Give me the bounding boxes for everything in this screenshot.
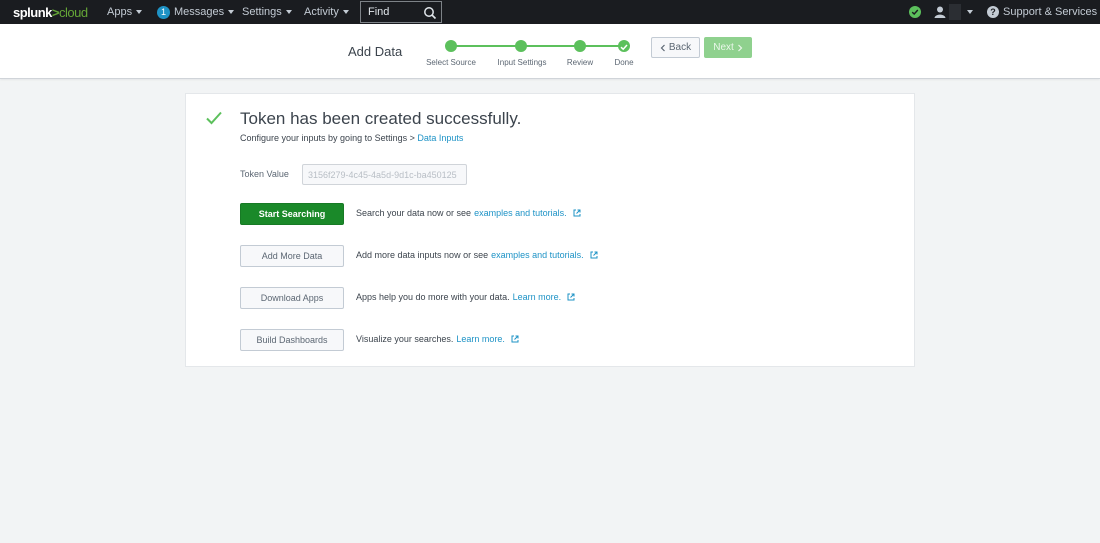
chevron-down-icon: [228, 10, 235, 14]
step-progress-line: [451, 45, 624, 47]
external-link-icon: [511, 335, 519, 343]
description-text: Add more data inputs now or see: [356, 250, 489, 260]
step-dot-done: [618, 40, 630, 52]
apps-menu-label: Apps: [107, 6, 133, 18]
logo-text: splunk: [13, 4, 52, 20]
check-icon: [620, 44, 628, 51]
step-label-input-settings: Input Settings: [497, 58, 547, 67]
activity-menu-label: Activity: [304, 6, 339, 18]
step-dot-input-settings: [515, 40, 527, 52]
logo-suffix: cloud: [59, 4, 88, 20]
logo-separator: >: [51, 4, 60, 20]
examples-tutorials-link[interactable]: examples and tutorials.: [491, 250, 584, 260]
messages-menu-label: Messages: [174, 6, 225, 18]
chevron-down-icon: [136, 10, 143, 14]
description-text: Visualize your searches.: [356, 334, 454, 344]
page-title: Add Data: [348, 44, 403, 59]
find-placeholder: Find: [368, 6, 390, 18]
success-subtitle: Configure your inputs by going to Settin…: [240, 133, 463, 143]
back-button[interactable]: Back: [651, 37, 700, 58]
learn-more-link[interactable]: Learn more.: [513, 292, 562, 302]
health-status-ok-icon[interactable]: [909, 6, 921, 18]
build-dashboards-button[interactable]: Build Dashboards: [240, 329, 344, 351]
chevron-down-icon: [967, 10, 973, 14]
data-inputs-link[interactable]: Data Inputs: [417, 133, 463, 143]
settings-menu-label: Settings: [242, 6, 282, 18]
add-more-data-description: Add more data inputs now or see examples…: [356, 250, 598, 260]
download-apps-description: Apps help you do more with your data. Le…: [356, 292, 575, 302]
learn-more-link[interactable]: Learn more.: [456, 334, 505, 344]
token-value-field[interactable]: 3156f279-4c45-4a5d-9d1c-ba450125: [302, 164, 467, 185]
external-link-icon: [573, 209, 581, 217]
find-search-input[interactable]: Find: [360, 1, 442, 23]
download-apps-button[interactable]: Download Apps: [240, 287, 344, 309]
chevron-down-icon: [342, 10, 349, 14]
success-heading: Token has been created successfully.: [240, 109, 522, 128]
support-services-menu[interactable]: ? Support & Services: [987, 0, 1100, 24]
add-data-wizard-bar: Add Data Select Source Input Settings Re…: [0, 24, 1100, 79]
step-dot-review: [574, 40, 586, 52]
username-redacted: [949, 4, 961, 20]
messages-menu[interactable]: 1 Messages: [157, 0, 235, 24]
subtitle-text: Configure your inputs by going to Settin…: [240, 133, 418, 143]
examples-tutorials-link[interactable]: examples and tutorials.: [474, 208, 567, 218]
build-dashboards-description: Visualize your searches. Learn more.: [356, 334, 519, 344]
activity-menu[interactable]: Activity: [304, 0, 349, 24]
description-text: Search your data now or see: [356, 208, 472, 218]
splunk-cloud-logo[interactable]: splunk > cloud: [13, 0, 88, 24]
chevron-left-icon: [660, 44, 665, 51]
help-icon: ?: [987, 6, 999, 18]
settings-menu[interactable]: Settings: [242, 0, 292, 24]
token-value-label: Token Value: [240, 169, 289, 179]
back-button-label: Back: [668, 42, 692, 53]
user-icon: [934, 6, 946, 18]
start-searching-description: Search your data now or see examples and…: [356, 208, 581, 218]
search-icon[interactable]: [423, 6, 437, 20]
external-link-icon: [590, 251, 598, 259]
next-button-disabled[interactable]: Next: [704, 37, 752, 58]
success-check-icon: [206, 111, 222, 125]
external-link-icon: [567, 293, 575, 301]
description-text: Apps help you do more with your data.: [356, 292, 510, 302]
apps-menu[interactable]: Apps: [107, 0, 143, 24]
messages-count-badge: 1: [157, 5, 170, 19]
step-dot-select-source: [445, 40, 457, 52]
user-menu[interactable]: [934, 0, 973, 24]
step-label-review: Review: [566, 58, 594, 67]
next-button-label: Next: [713, 42, 734, 53]
support-menu-label: Support & Services: [1003, 6, 1098, 18]
top-navbar: splunk > cloud Apps 1 Messages Settings Act…: [0, 0, 1100, 24]
chevron-right-icon: [737, 44, 743, 51]
step-label-select-source: Select Source: [426, 58, 476, 67]
start-searching-button[interactable]: Start Searching: [240, 203, 344, 225]
chevron-down-icon: [285, 10, 292, 14]
step-label-done: Done: [614, 58, 634, 67]
add-more-data-button[interactable]: Add More Data: [240, 245, 344, 267]
